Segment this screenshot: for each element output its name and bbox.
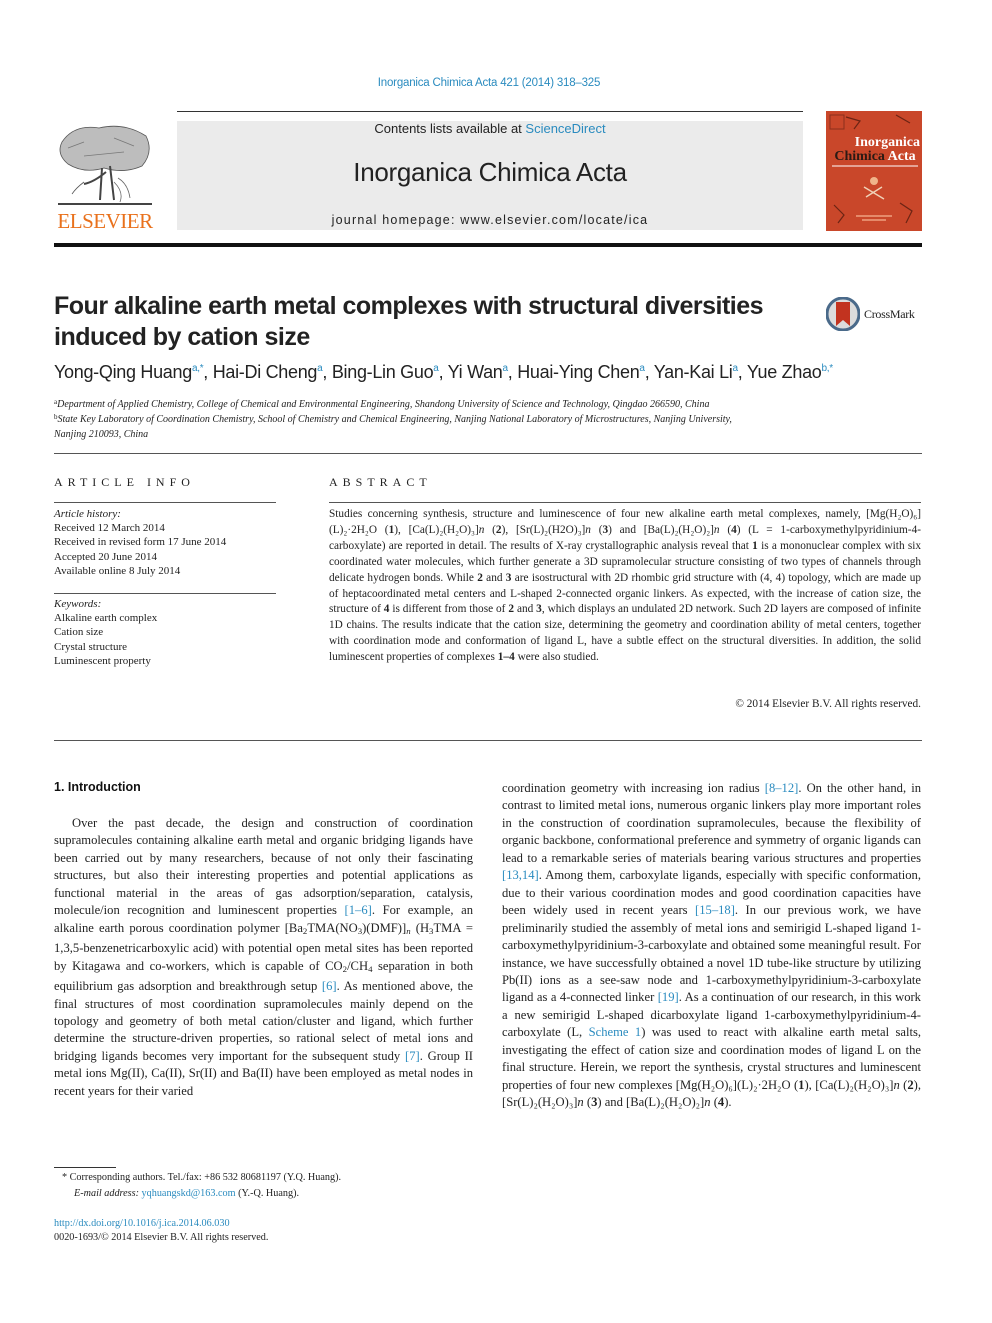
affiliation-b: bState Key Laboratory of Coordination Ch… bbox=[54, 410, 924, 442]
author[interactable]: Yan-Kai Lia, bbox=[654, 362, 747, 382]
author[interactable]: Huai-Ying Chena, bbox=[517, 362, 654, 382]
article-title: Four alkaline earth metal complexes with… bbox=[54, 292, 764, 351]
citation-link[interactable]: [8–12] bbox=[765, 781, 799, 795]
cover-subtitle-line bbox=[832, 165, 918, 167]
author-name: Yi Wan bbox=[447, 362, 503, 382]
affiliation-text: Department of Applied Chemistry, College… bbox=[57, 399, 710, 410]
article-history: Article history: Received 12 March 2014 … bbox=[54, 507, 279, 578]
footnote-rule bbox=[54, 1167, 116, 1168]
compound-2-formula: [Ca(L)₂(H₂O)₃] bbox=[408, 523, 479, 536]
journal-title: Inorganica Chimica Acta bbox=[353, 157, 627, 187]
author-name: Yong-Qing Huang bbox=[54, 362, 192, 382]
author-sep: , bbox=[644, 362, 654, 382]
abstract-rule bbox=[329, 502, 921, 503]
keyword: Luminescent property bbox=[54, 654, 151, 667]
email-note: E-mail address: yqhuangskd@163.com (Y.-Q… bbox=[74, 1187, 299, 1201]
abstract-divider bbox=[54, 740, 922, 741]
cover-title-line2: Chimica Acta bbox=[830, 149, 920, 165]
issn-copyright: 0020-1693/© 2014 Elsevier B.V. All right… bbox=[54, 1232, 269, 1243]
history-accepted: Accepted 20 June 2014 bbox=[54, 550, 157, 563]
author-affil-mark[interactable]: a,* bbox=[192, 363, 204, 374]
intro-right-column: coordination geometry with increasing io… bbox=[502, 781, 922, 1110]
header-divider bbox=[54, 453, 922, 454]
intro-left-column: Over the past decade, the design and con… bbox=[54, 816, 474, 1098]
keyword: Crystal structure bbox=[54, 640, 128, 653]
author-sep: , bbox=[507, 362, 518, 382]
scheme-link[interactable]: Scheme 1 bbox=[589, 1025, 642, 1039]
author[interactable]: Hai-Di Chenga, bbox=[213, 362, 332, 382]
history-revised: Received in revised form 17 June 2014 bbox=[54, 536, 227, 549]
author-name: Hai-Di Cheng bbox=[212, 362, 318, 382]
header-rule bbox=[177, 111, 803, 112]
article-info-rule bbox=[54, 502, 276, 503]
section-heading-introduction: 1. Introduction bbox=[54, 780, 141, 794]
doi-url[interactable]: http://dx.doi.org/10.1016/j.ica.2014.06.… bbox=[54, 1218, 230, 1229]
affiliation-text-cont: Nanjing 210093, China bbox=[54, 429, 149, 440]
author-sep: , bbox=[438, 362, 448, 382]
citation-link[interactable]: [19] bbox=[658, 990, 679, 1004]
history-heading: Article history: bbox=[54, 508, 121, 520]
author-name: Yue Zhao bbox=[746, 362, 822, 382]
keyword: Alkaline earth complex bbox=[54, 612, 158, 625]
citation-link[interactable]: [1–6] bbox=[345, 903, 372, 917]
email-label: E-mail address: bbox=[74, 1188, 139, 1199]
author-name: Huai-Ying Chen bbox=[517, 362, 640, 382]
author-affil-mark[interactable]: b,* bbox=[822, 363, 834, 374]
masthead-thick-rule bbox=[54, 243, 922, 247]
citation-link[interactable]: [7] bbox=[405, 1049, 420, 1063]
article-info-heading: ARTICLE INFO bbox=[54, 475, 195, 489]
keyword: Cation size bbox=[54, 626, 104, 639]
citation-link[interactable]: [15–18] bbox=[695, 903, 735, 917]
history-online: Available online 8 July 2014 bbox=[54, 564, 181, 577]
author[interactable]: Bing-Lin Guoa, bbox=[332, 362, 448, 382]
author[interactable]: Yong-Qing Huanga,*, bbox=[54, 362, 213, 382]
publisher-wordmark: ELSEVIER bbox=[57, 209, 153, 233]
keywords-heading: Keywords: bbox=[54, 598, 102, 610]
citation-link[interactable]: [13,14] bbox=[502, 868, 539, 882]
author[interactable]: Yi Wana, bbox=[448, 362, 518, 382]
author-sep: , bbox=[322, 362, 332, 382]
author-name: Bing-Lin Guo bbox=[331, 362, 434, 382]
contents-prefix: Contents lists available at bbox=[374, 121, 526, 136]
sciencedirect-link[interactable]: ScienceDirect bbox=[525, 121, 605, 136]
keywords-rule bbox=[54, 593, 276, 594]
corresponding-author-note: * Corresponding authors. Tel./fax: +86 5… bbox=[62, 1172, 342, 1183]
elsevier-logo[interactable]: ELSEVIER bbox=[54, 120, 156, 233]
author-name: Yan-Kai Li bbox=[653, 362, 733, 382]
email-link[interactable]: yqhuangskd@163.com bbox=[142, 1188, 236, 1199]
author-list: Yong-Qing Huanga,*, Hai-Di Chenga, Bing-… bbox=[54, 362, 934, 383]
compound-4-formula: [Ba(L)₂(H₂O)₂] bbox=[643, 523, 714, 536]
abstract-heading: ABSTRACT bbox=[329, 475, 432, 489]
cover-title-acta: Acta bbox=[887, 149, 916, 164]
crossmark-label: CrossMark bbox=[864, 307, 915, 321]
citation-link[interactable]: [6] bbox=[322, 979, 337, 993]
author-sep: , bbox=[203, 362, 213, 382]
history-received: Received 12 March 2014 bbox=[54, 522, 165, 535]
keywords: Keywords: Alkaline earth complex Cation … bbox=[54, 597, 279, 668]
journal-homepage[interactable]: journal homepage: www.elsevier.com/locat… bbox=[177, 213, 803, 227]
email-suffix: (Y.-Q. Huang). bbox=[235, 1188, 300, 1199]
journal-masthead: Contents lists available at ScienceDirec… bbox=[177, 121, 803, 230]
author[interactable]: Yue Zhaob,* bbox=[747, 362, 833, 382]
cover-title-chimica: Chimica bbox=[834, 149, 888, 164]
crossmark-button[interactable]: CrossMark bbox=[826, 297, 926, 333]
abstract-copyright: © 2014 Elsevier B.V. All rights reserved… bbox=[735, 698, 921, 710]
abstract-body: Studies concerning synthesis, structure … bbox=[329, 508, 922, 664]
compound-3-formula: [Sr(L)₂(H2O)₃] bbox=[515, 523, 586, 536]
cover-art-icon bbox=[829, 114, 913, 224]
contents-line: Contents lists available at ScienceDirec… bbox=[177, 121, 803, 136]
author-sep: , bbox=[737, 362, 747, 382]
journal-cover-image[interactable]: Inorganica Chimica Acta bbox=[826, 111, 922, 231]
doi-link[interactable]: http://dx.doi.org/10.1016/j.ica.2014.06.… bbox=[54, 1217, 230, 1231]
crossmark-icon bbox=[826, 297, 860, 331]
journal-citation-link[interactable]: Inorganica Chimica Acta 421 (2014) 318–3… bbox=[0, 77, 978, 89]
elsevier-tree-icon bbox=[58, 125, 152, 205]
affiliation-text: State Key Laboratory of Coordination Che… bbox=[57, 414, 732, 425]
